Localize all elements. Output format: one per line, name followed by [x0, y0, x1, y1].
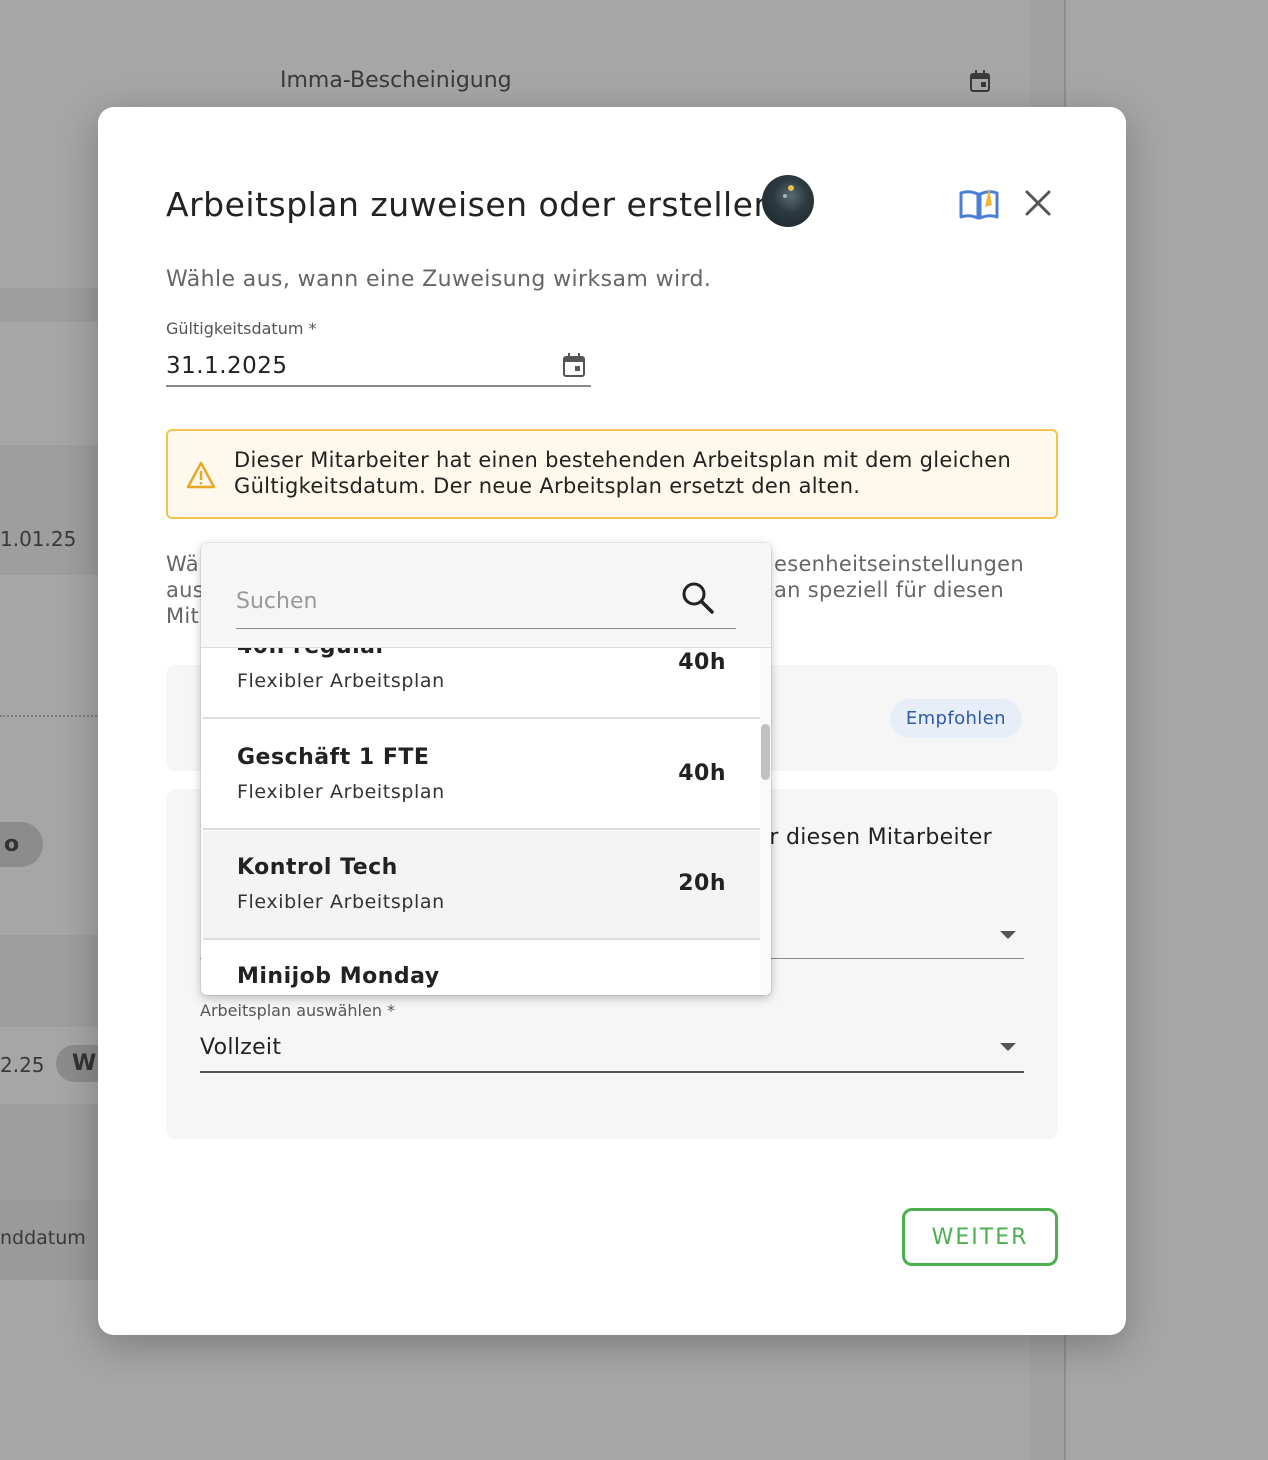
- plan-hours: 40h: [678, 650, 726, 675]
- scrollbar-thumb[interactable]: [761, 724, 770, 780]
- background-row: [0, 1104, 100, 1200]
- list-item[interactable]: 40h regular Flexibler Arbeitsplan 40h: [203, 648, 760, 719]
- plan-select-value: Vollzeit: [200, 1035, 282, 1060]
- list-item[interactable]: Kontrol Tech Flexibler Arbeitsplan 20h: [203, 831, 760, 940]
- effective-date-value: 31.1.2025: [166, 353, 288, 379]
- option-description: r diesen Mitarbeiter: [769, 825, 992, 850]
- plan-hours: 20h: [678, 871, 726, 896]
- plan-type: Flexibler Arbeitsplan: [237, 891, 445, 913]
- dropdown-scrollbar[interactable]: [760, 648, 771, 995]
- book-icon[interactable]: [958, 185, 1000, 221]
- plan-type: Flexibler Arbeitsplan: [237, 781, 445, 803]
- search-input[interactable]: [236, 575, 736, 629]
- background-doc-label: Imma-Besche­inigung: [280, 68, 512, 93]
- dropdown-list: 40h regular Flexibler Arbeitsplan 40h Ge…: [201, 648, 761, 995]
- background-divider: [0, 715, 100, 717]
- recommended-badge: Empfohlen: [889, 699, 1022, 738]
- plan-name: Kontrol Tech: [237, 855, 398, 880]
- list-item[interactable]: Geschäft 1 FTE Flexibler Arbeitsplan 40h: [203, 721, 760, 830]
- plan-select[interactable]: Vollzeit: [200, 1025, 1024, 1073]
- background-enddate-label: nddatum: [0, 1227, 86, 1249]
- info-line: an speziell für diesen: [774, 578, 1005, 602]
- warning-icon: [186, 461, 216, 489]
- background-date: 2.25: [0, 1053, 45, 1077]
- dropdown-search-area: [201, 543, 771, 648]
- plan-name: Minijob Monday: [237, 964, 440, 989]
- warning-alert: Dieser Mitarbeiter hat einen bestehenden…: [166, 429, 1058, 519]
- background-row: [0, 288, 100, 322]
- next-button[interactable]: WEITER: [902, 1208, 1058, 1266]
- avatar: [762, 175, 814, 227]
- chevron-down-icon: [1000, 1043, 1016, 1051]
- plan-name: 40h regular: [237, 648, 387, 659]
- plan-dropdown: 40h regular Flexibler Arbeitsplan 40h Ge…: [201, 543, 771, 995]
- info-line: esenheitseinstellungen: [774, 552, 1024, 576]
- plan-name: Geschäft 1 FTE: [237, 745, 430, 770]
- plan-type: Flexibler Arbeitsplan: [237, 670, 445, 692]
- effective-date-field[interactable]: 31.1.2025: [166, 347, 591, 387]
- plan-select-label: Arbeitsplan auswählen *: [200, 1001, 396, 1020]
- plan-hours: 40h: [678, 761, 726, 786]
- background-row: [0, 935, 100, 1027]
- dialog-title: Arbeitsplan zuweisen oder erstellen: [166, 185, 775, 224]
- date-field-label: Gültigkeitsdatum *: [166, 319, 317, 338]
- warning-text: Dieser Mitarbeiter hat einen bestehenden…: [234, 448, 1012, 498]
- search-icon[interactable]: [681, 581, 715, 615]
- list-item[interactable]: Minijob Monday: [203, 940, 760, 995]
- calendar-icon: [970, 70, 990, 92]
- info-text-continued: esenheitseinstellungen an speziell für d…: [774, 551, 1074, 603]
- chevron-down-icon: [1000, 931, 1016, 939]
- background-date: 1.01.25: [0, 527, 77, 551]
- dialog-subtitle: Wähle aus, wann eine Zuweisung wirksam w…: [166, 267, 712, 292]
- close-icon[interactable]: [1022, 187, 1054, 219]
- background-row: [0, 445, 100, 575]
- calendar-icon[interactable]: [563, 353, 585, 377]
